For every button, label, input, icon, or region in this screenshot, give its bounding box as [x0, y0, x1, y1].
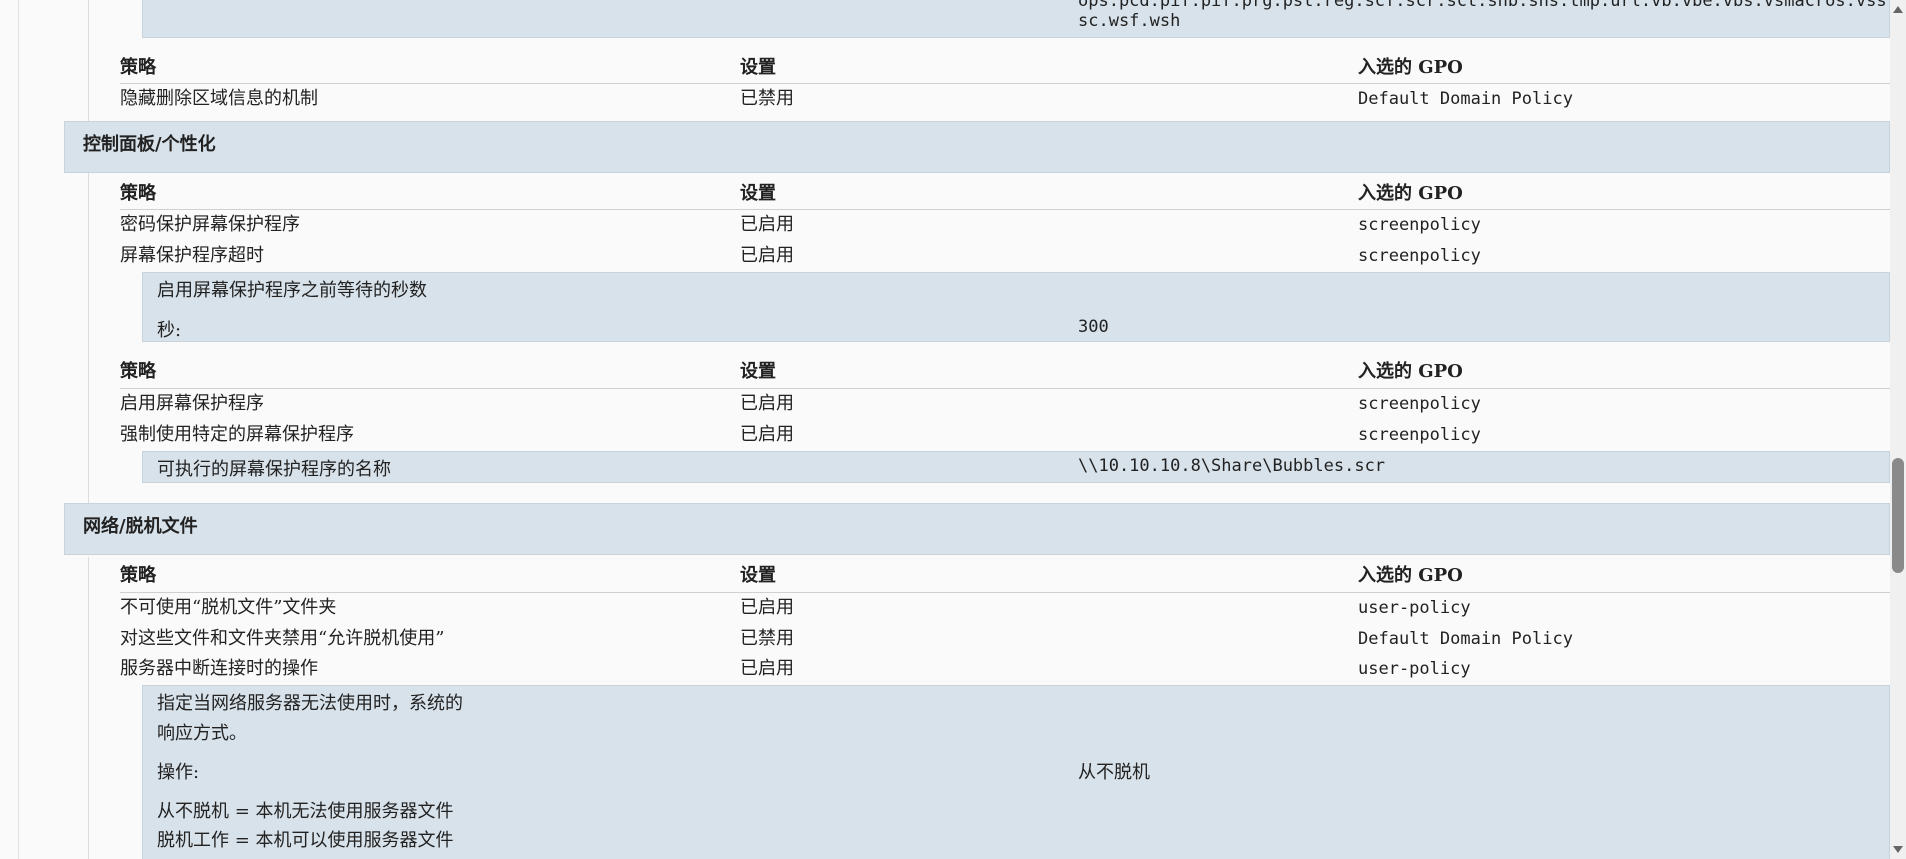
policy-gpo: Default Domain Policy	[1358, 629, 1573, 649]
policy-gpo: screenpolicy	[1358, 394, 1481, 414]
timeout-detail: 启用屏幕保护程序之前等待的秒数 秒: 300	[142, 272, 1890, 342]
screensaver-name-detail: 可执行的屏幕保护程序的名称 \\10.10.10.8\Share\Bubbles…	[142, 451, 1890, 483]
detail-value: \\10.10.10.8\Share\Bubbles.scr	[1078, 456, 1386, 476]
detail-value: 从不脱机	[1078, 762, 1150, 783]
policy-setting: 已禁用	[740, 628, 794, 649]
scrollbar-thumb[interactable]	[1892, 458, 1904, 573]
detail-label: 可执行的屏幕保护程序的名称	[157, 459, 391, 480]
policy-setting: 已禁用	[740, 88, 794, 109]
section-title: 控制面板/个性化	[83, 134, 216, 155]
detail-label: 操作:	[157, 762, 200, 783]
table-row: 对这些文件和文件夹禁用“允许脱机使用” 已禁用 Default Domain P…	[0, 624, 1890, 654]
header-gpo: 入选的 GPO	[1358, 183, 1463, 204]
section-network-offline[interactable]: 网络/脱机文件	[64, 503, 1890, 555]
detail-label: 秒:	[157, 320, 182, 341]
policy-name: 密码保护屏幕保护程序	[120, 214, 300, 235]
policy-gpo: user-policy	[1358, 598, 1471, 618]
policy-name: 强制使用特定的屏幕保护程序	[120, 424, 354, 445]
table-row: 不可使用“脱机文件”文件夹 已启用 user-policy	[0, 593, 1890, 623]
policy-setting: 已启用	[740, 597, 794, 618]
table-row: 屏幕保护程序超时 已启用 screenpolicy	[0, 241, 1890, 271]
policy-setting: 已启用	[740, 245, 794, 266]
section-control-panel[interactable]: 控制面板/个性化	[64, 121, 1890, 173]
header-policy: 策略	[120, 57, 156, 78]
policy-gpo: screenpolicy	[1358, 425, 1481, 445]
header-policy: 策略	[120, 361, 156, 382]
detail-note-line2: 脱机工作 = 本机可以使用服务器文件	[157, 830, 454, 851]
table-header: 策略 设置 入选的 GPO	[0, 179, 1890, 209]
policy-name: 不可使用“脱机文件”文件夹	[120, 597, 337, 618]
header-setting: 设置	[740, 183, 776, 204]
policy-name: 屏幕保护程序超时	[120, 245, 264, 266]
header-setting: 设置	[740, 565, 776, 586]
policy-name: 对这些文件和文件夹禁用“允许脱机使用”	[120, 628, 445, 649]
header-policy: 策略	[120, 565, 156, 586]
header-gpo: 入选的 GPO	[1358, 565, 1463, 586]
policy-setting: 已启用	[740, 424, 794, 445]
table-row: 强制使用特定的屏幕保护程序 已启用 screenpolicy	[0, 420, 1890, 450]
table-row: 启用屏幕保护程序 已启用 screenpolicy	[0, 389, 1890, 419]
table-header: 策略 设置 入选的 GPO	[0, 53, 1890, 83]
server-disconnect-detail: 指定当网络服务器无法使用时，系统的 响应方式。 操作: 从不脱机 从不脱机 = …	[142, 685, 1890, 859]
vertical-scrollbar[interactable]	[1890, 0, 1906, 859]
extension-list-line2: sc.wsf.wsh	[1078, 11, 1181, 31]
header-setting: 设置	[740, 361, 776, 382]
header-policy: 策略	[120, 183, 156, 204]
table-header: 策略 设置 入选的 GPO	[0, 561, 1890, 591]
detail-value: 300	[1078, 317, 1109, 337]
report-page: ops.pcd.pif.pif.prg.pst.reg.scf.scr.sct.…	[0, 0, 1906, 859]
policy-name: 服务器中断连接时的操作	[120, 658, 318, 679]
extension-list-line1: ops.pcd.pif.pif.prg.pst.reg.scf.scr.sct.…	[1078, 0, 1906, 11]
policy-name: 隐藏删除区域信息的机制	[120, 88, 318, 109]
scroll-down-arrow-icon[interactable]	[1893, 846, 1903, 853]
policy-setting: 已启用	[740, 658, 794, 679]
policy-gpo: Default Domain Policy	[1358, 89, 1573, 109]
section-title: 网络/脱机文件	[83, 516, 198, 537]
table-row: 隐藏删除区域信息的机制 已禁用 Default Domain Policy	[0, 84, 1890, 114]
policy-gpo: user-policy	[1358, 659, 1471, 679]
table-row: 密码保护屏幕保护程序 已启用 screenpolicy	[0, 210, 1890, 240]
policy-setting: 已启用	[740, 393, 794, 414]
detail-title: 启用屏幕保护程序之前等待的秒数	[157, 280, 427, 301]
header-gpo: 入选的 GPO	[1358, 57, 1463, 78]
table-header: 策略 设置 入选的 GPO	[0, 357, 1890, 387]
policy-setting: 已启用	[740, 214, 794, 235]
table-row: 服务器中断连接时的操作 已启用 user-policy	[0, 654, 1890, 684]
extension-list-detail: ops.pcd.pif.pif.prg.pst.reg.scf.scr.sct.…	[142, 0, 1906, 38]
detail-note-line1: 从不脱机 = 本机无法使用服务器文件	[157, 801, 454, 822]
header-setting: 设置	[740, 57, 776, 78]
detail-description-line1: 指定当网络服务器无法使用时，系统的	[157, 693, 463, 714]
policy-gpo: screenpolicy	[1358, 246, 1481, 266]
scroll-up-arrow-icon[interactable]	[1893, 6, 1903, 13]
header-gpo: 入选的 GPO	[1358, 361, 1463, 382]
detail-description-line2: 响应方式。	[157, 723, 247, 744]
policy-gpo: screenpolicy	[1358, 215, 1481, 235]
policy-name: 启用屏幕保护程序	[120, 393, 264, 414]
